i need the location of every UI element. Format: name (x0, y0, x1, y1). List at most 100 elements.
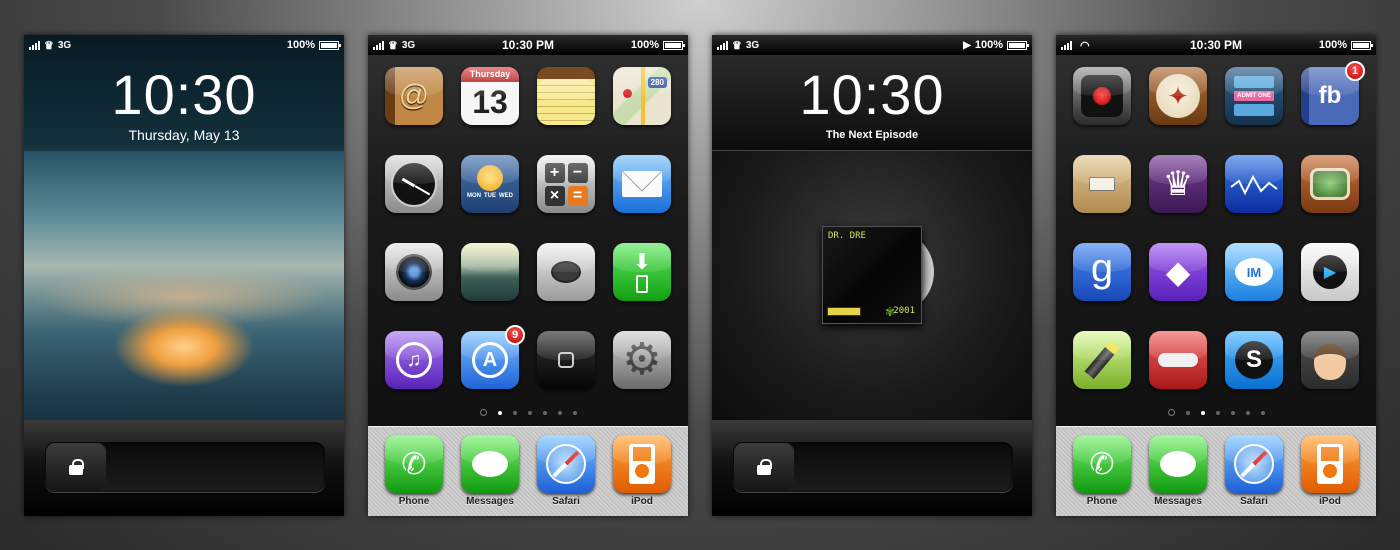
calendar-weekday: Thursday (461, 67, 519, 82)
lock-screen: ♛ 3G 100% 10:30 Thursday, May 13 (24, 35, 344, 516)
settings-app[interactable]: ⚙ (613, 331, 671, 389)
battery-icon (319, 40, 341, 50)
page-dot[interactable] (1260, 410, 1265, 415)
page-indicator[interactable] (368, 409, 688, 416)
helicopter-icon (1149, 331, 1207, 389)
page-dot[interactable] (1215, 410, 1220, 415)
photos-app[interactable] (461, 243, 519, 301)
helicopter-app[interactable] (1149, 331, 1207, 389)
gem-app[interactable]: ◆ (1149, 243, 1207, 301)
notes-app[interactable] (537, 67, 595, 125)
google-text: g (1090, 246, 1114, 290)
battery-percent: 100% (286, 39, 315, 51)
lock-header: 10:30 The Next Episode (712, 55, 1032, 151)
page-dot[interactable] (497, 410, 502, 415)
album-year: 2001 (893, 306, 915, 316)
search-page-icon[interactable] (479, 409, 487, 416)
dock-safari[interactable]: Safari (537, 435, 595, 507)
shazam-icon: S (1225, 331, 1283, 389)
battery-percent: 100% (630, 39, 659, 51)
mail-app[interactable] (613, 155, 671, 213)
page-dot[interactable] (1230, 410, 1235, 415)
chess-app[interactable]: ♛ (1149, 155, 1207, 213)
dock-phone[interactable]: ✆ Phone (385, 435, 443, 507)
unlock-slider[interactable] (45, 442, 325, 492)
camera-app[interactable] (385, 243, 443, 301)
ipod-icon (1301, 435, 1359, 493)
compass-app[interactable]: ✦ (1149, 67, 1207, 125)
album-artwork[interactable]: DR. DRE ✾ 2001 (822, 226, 934, 324)
facebook-badge: 1 (1345, 61, 1365, 81)
clock-minute-hand (414, 185, 431, 196)
home-button-app[interactable] (537, 331, 595, 389)
at-sign-icon: @ (385, 67, 443, 125)
home-screen-2: ◠ 10:30 PM 100% ✦ ADMIT ONE fb 1 ♛ g ◆ I… (1056, 35, 1376, 516)
page-dot[interactable] (1245, 410, 1250, 415)
package-app[interactable] (1073, 155, 1131, 213)
clock-app[interactable] (385, 155, 443, 213)
padlock-icon (757, 458, 772, 475)
avatar-app[interactable] (1301, 331, 1359, 389)
calculator-app[interactable]: + − × = (537, 155, 595, 213)
calculator-icon: + − × = (537, 155, 595, 213)
compass-rose-icon: ✦ (1149, 67, 1207, 125)
calendar-app[interactable]: Thursday 13 (461, 67, 519, 125)
dock-label-messages: Messages (1154, 496, 1202, 507)
dock-safari[interactable]: Safari (1225, 435, 1283, 507)
maps-app[interactable]: 280 (613, 67, 671, 125)
contacts-app[interactable]: @ (385, 67, 443, 125)
dock-ipod[interactable]: iPod (613, 435, 671, 507)
unlock-bar (712, 420, 1032, 516)
video-app[interactable]: ▶ (1301, 243, 1359, 301)
battery-percent: 100% (1318, 39, 1347, 51)
google-g-icon: g (1073, 243, 1131, 301)
dock-messages[interactable]: Messages (461, 435, 519, 507)
padlock-icon (69, 458, 84, 475)
sms-app[interactable] (537, 243, 595, 301)
dock-ipod[interactable]: iPod (1301, 435, 1359, 507)
page-indicator[interactable] (1056, 409, 1376, 416)
itunes-app[interactable]: ♫ (385, 331, 443, 389)
im-app[interactable]: IM (1225, 243, 1283, 301)
unlock-slider[interactable] (733, 442, 1013, 492)
retro-tv-app[interactable] (1301, 155, 1359, 213)
download-icon: ⬇ (613, 243, 671, 301)
search-page-icon[interactable] (1167, 409, 1175, 416)
page-dot[interactable] (527, 410, 532, 415)
battery-percent: 100% (974, 39, 1003, 51)
weather-app[interactable]: MON TUE WED (461, 155, 519, 213)
page-dot[interactable] (542, 410, 547, 415)
facebook-app[interactable]: fb 1 (1301, 61, 1365, 125)
dock-messages[interactable]: Messages (1149, 435, 1207, 507)
status-bar: ◠ 10:30 PM 100% (1056, 35, 1376, 55)
network-type: 3G (57, 39, 72, 51)
flashlight-app[interactable] (1073, 331, 1131, 389)
page-dot[interactable] (572, 410, 577, 415)
weather-days: MON TUE WED (467, 193, 513, 199)
carrier-icon: ♛ (44, 39, 54, 52)
page-dot[interactable] (557, 410, 562, 415)
battery-icon (1351, 40, 1373, 50)
gear-icon: ⚙ (613, 331, 671, 389)
shazam-app[interactable]: S (1225, 331, 1283, 389)
unlock-knob[interactable] (734, 443, 794, 490)
cartoon-face-icon (1301, 331, 1359, 389)
phone-icon: ✆ (385, 435, 443, 493)
sun-disc (477, 165, 503, 191)
weather-day-3: WED (499, 193, 513, 199)
dock-phone[interactable]: ✆ Phone (1073, 435, 1131, 507)
installer-app[interactable]: ⬇ (613, 243, 671, 301)
unlock-knob[interactable] (46, 443, 106, 490)
voice-recorder-app[interactable] (1073, 67, 1131, 125)
page-dot[interactable] (512, 410, 517, 415)
gem-icon: ◆ (1149, 243, 1207, 301)
page-dot[interactable] (1200, 410, 1205, 415)
page-dot[interactable] (1185, 410, 1190, 415)
appstore-app[interactable]: A 9 (461, 325, 525, 389)
stocks-app[interactable] (1225, 155, 1283, 213)
now-playing-title: The Next Episode (825, 129, 919, 141)
google-app[interactable]: g (1073, 243, 1131, 301)
ticket-app[interactable]: ADMIT ONE (1225, 67, 1283, 125)
music-note-icon: ♫ (385, 331, 443, 389)
lock-clock: 10:30 (799, 63, 945, 126)
